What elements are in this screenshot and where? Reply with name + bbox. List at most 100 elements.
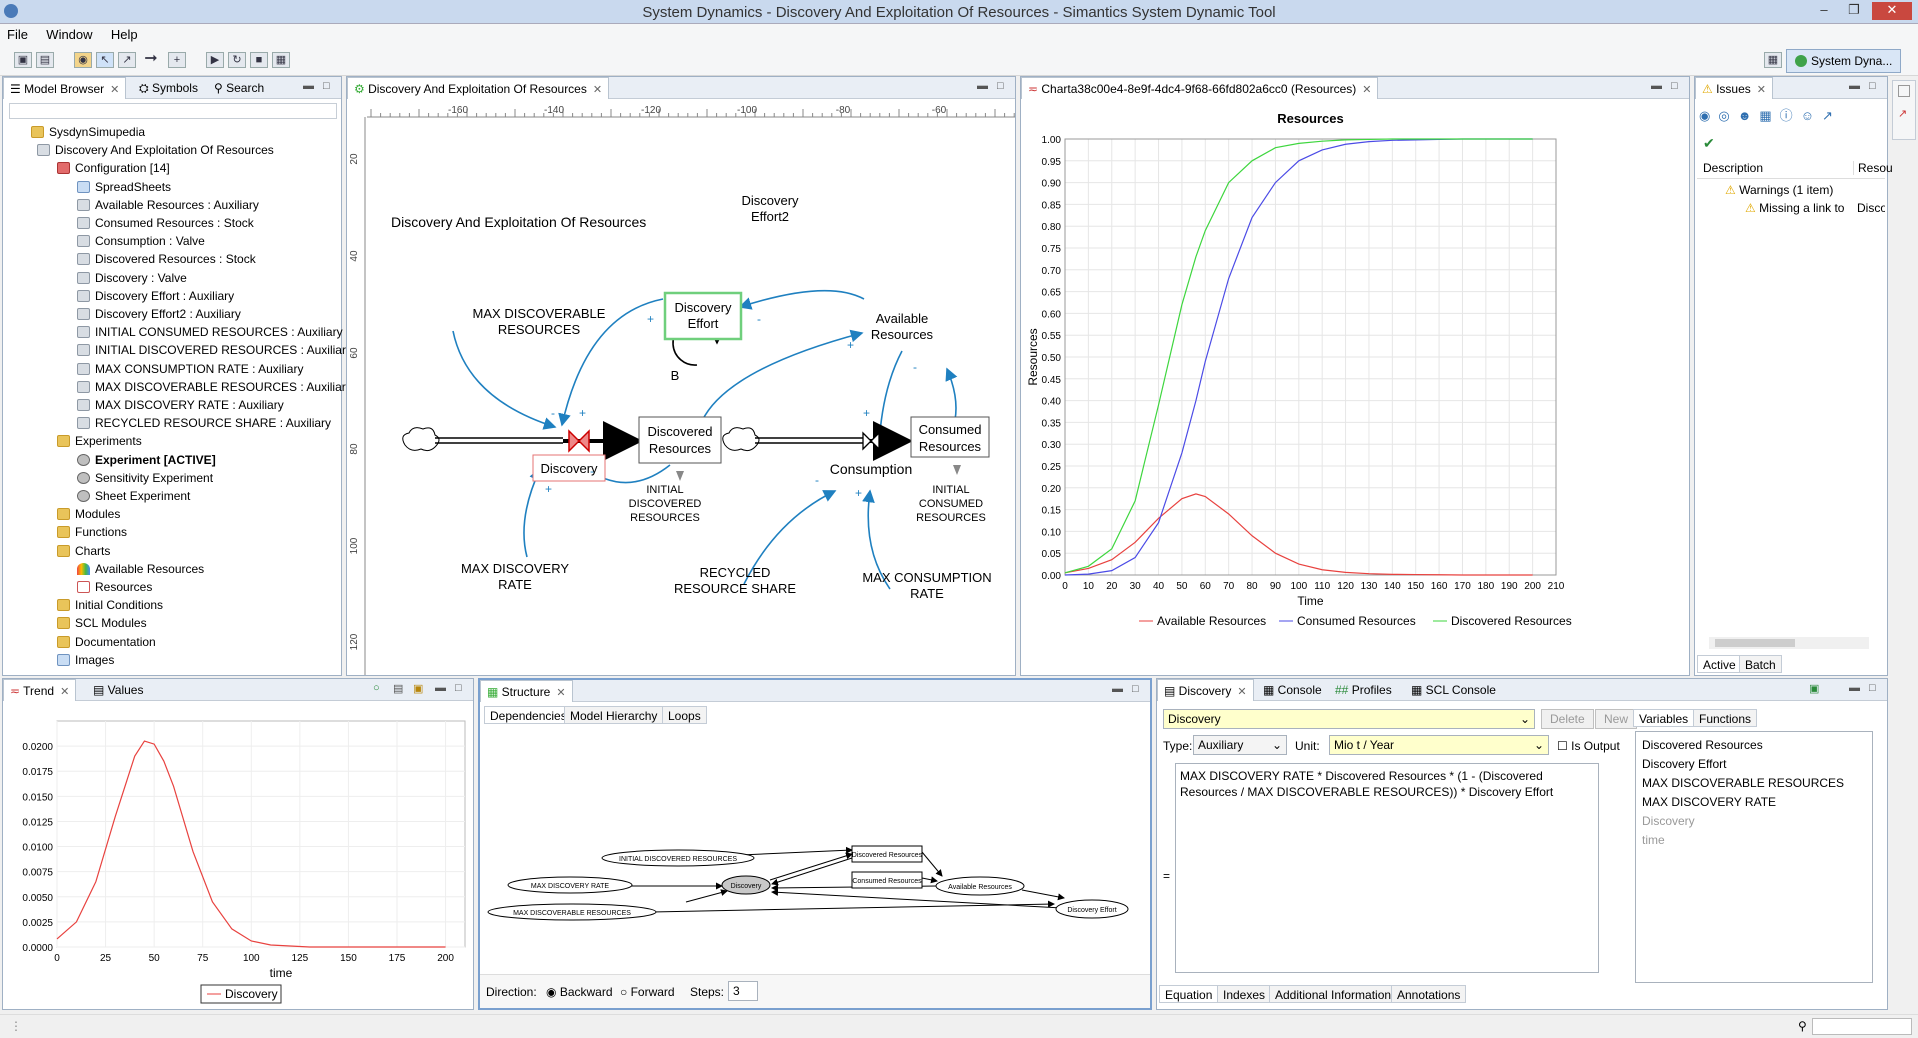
run-icon[interactable]: ▶ (206, 52, 224, 68)
search-icon[interactable]: ⚲ (1798, 1019, 1807, 1033)
tree-item[interactable]: SCL Modules (57, 614, 147, 632)
tree-item[interactable]: Discovery Effort2 : Auxiliary (77, 305, 241, 323)
export-icon[interactable]: ▣ (413, 682, 423, 695)
tab-structure[interactable]: ▦ Structure ✕ (480, 680, 573, 702)
pointer-icon[interactable]: ↖ (96, 52, 114, 68)
unit-select[interactable]: Mio t / Year ⌄ (1329, 735, 1549, 755)
list-item[interactable]: MAX DISCOVERABLE RESOURCES (1642, 774, 1866, 793)
tab-variables[interactable]: Variables (1633, 709, 1695, 727)
stop-icon[interactable]: ■ (250, 52, 268, 68)
menu-file[interactable]: File (0, 24, 36, 42)
link-arrow[interactable] (873, 350, 903, 448)
info-icon[interactable]: ⓘ (1780, 108, 1801, 123)
delete-button[interactable]: Delete (1541, 709, 1594, 729)
tab-annotations[interactable]: Annotations (1391, 985, 1467, 1003)
save-icon[interactable]: ▣ (14, 52, 32, 68)
refresh-icon[interactable]: ◉ (1699, 108, 1718, 123)
maximize-icon[interactable]: □ (997, 80, 1004, 92)
warnings-group[interactable]: ⚠ Warnings (1 item) (1725, 183, 1833, 197)
maximize-icon[interactable]: □ (1671, 80, 1678, 92)
close-icon[interactable]: ✕ (60, 686, 69, 698)
lock-icon[interactable]: ◉ (74, 52, 92, 68)
discovery-effort2-label[interactable]: Effort2 (751, 209, 789, 224)
copy-icon[interactable]: ▤ (393, 682, 403, 695)
tab-issues[interactable]: ⚠ Issues ✕ (1695, 77, 1773, 99)
scroll-thumb[interactable] (1715, 639, 1795, 647)
maximize-icon[interactable]: □ (1869, 80, 1876, 92)
available-resources-label[interactable]: Resources (871, 327, 934, 342)
close-icon[interactable]: ✕ (1757, 84, 1766, 96)
menu-help[interactable]: Help (104, 24, 146, 42)
link-arrow[interactable] (523, 467, 542, 558)
tree-item[interactable]: Sheet Experiment (77, 487, 190, 505)
tree-item[interactable]: Discovered Resources : Stock (77, 250, 256, 268)
tab-values[interactable]: ▤ Values (87, 679, 149, 701)
sync-icon[interactable]: ◎ (1718, 108, 1737, 123)
minimize-icon[interactable]: ▬ (303, 80, 314, 92)
issue-item[interactable]: ⚠ Missing a link to Disco (1745, 201, 1885, 215)
tab-symbols[interactable]: ⛭ Symbols (133, 77, 204, 99)
chart-icon[interactable]: ↗ (1822, 108, 1841, 123)
tab-model-browser[interactable]: ☰ Model Browser ✕ (3, 77, 127, 99)
link-arrow[interactable] (738, 289, 865, 310)
forward-radio[interactable]: ○ Forward (620, 985, 675, 999)
tab-batch[interactable]: Batch (1739, 655, 1782, 673)
tab-search[interactable]: ⚲ Search (208, 77, 270, 99)
tree-item[interactable]: SpreadSheets (77, 178, 171, 196)
backward-radio[interactable]: ◉ Backward (546, 985, 613, 999)
tree-item[interactable]: Resources (77, 578, 152, 596)
tab-resources-chart[interactable]: ≂ Charta38c00e4-8e9f-4dc4-9f68-66fd802a6… (1021, 77, 1379, 99)
filter-icon[interactable]: ▦ (1759, 108, 1779, 123)
tree-item[interactable]: Experiment [ACTIVE] (77, 451, 216, 469)
maximize-icon[interactable]: □ (455, 682, 462, 694)
subtab-dependencies[interactable]: Dependencies (484, 706, 573, 724)
consumption-valve-label[interactable]: Consumption (830, 461, 913, 477)
col-description[interactable]: Description (1703, 161, 1763, 175)
available-resources-label[interactable]: Available (876, 311, 929, 326)
variable-select[interactable]: Discovery ⌄ (1163, 709, 1535, 729)
tree-item[interactable]: Configuration [14] (57, 159, 170, 177)
recycled-resource-share-label[interactable]: RESOURCE SHARE (674, 581, 796, 596)
horizontal-scrollbar[interactable] (1709, 637, 1869, 649)
tree-item[interactable]: Initial Conditions (57, 596, 163, 614)
tree-item[interactable]: INITIAL CONSUMED RESOURCES : Auxiliary (77, 323, 343, 341)
initial-discovered-label[interactable]: DISCOVERED (629, 498, 702, 510)
max-consumption-rate-label[interactable]: MAX CONSUMPTION (862, 570, 991, 585)
close-icon[interactable]: ✕ (1237, 686, 1246, 698)
discovery-effort2-label[interactable]: Discovery (741, 193, 799, 208)
tree-item[interactable]: Consumed Resources : Stock (77, 214, 254, 232)
tree-item[interactable]: Charts (57, 542, 110, 560)
maximize-icon[interactable]: □ (323, 80, 330, 92)
minimize-icon[interactable]: ▬ (1849, 80, 1860, 92)
tree-item[interactable]: Sensitivity Experiment (77, 469, 213, 487)
save-all-icon[interactable]: ▤ (36, 52, 54, 68)
restore-button[interactable]: ❐ (1840, 2, 1868, 20)
compare-icon[interactable]: ▦ (272, 52, 290, 68)
tree-item[interactable]: MAX DISCOVERABLE RESOURCES : Auxiliary (77, 378, 352, 396)
is-output-checkbox[interactable]: ☐ Is Output (1557, 739, 1620, 753)
tab-active[interactable]: Active (1697, 655, 1742, 673)
dependency-graph[interactable]: INITIAL DISCOVERED RESOURCES MAX DISCOVE… (482, 726, 1150, 986)
minimize-icon[interactable]: ▬ (435, 682, 446, 694)
minimize-icon[interactable]: ▬ (977, 80, 988, 92)
tree-item[interactable]: Experiments (57, 432, 142, 450)
subtab-model-hierarchy[interactable]: Model Hierarchy (564, 706, 664, 724)
tree-item[interactable]: MAX CONSUMPTION RATE : Auxiliary (77, 360, 303, 378)
step-icon[interactable]: ↻ (228, 52, 246, 68)
tree-item[interactable]: Modules (57, 505, 120, 523)
max-discoverable-resources-label[interactable]: MAX DISCOVERABLE (473, 306, 606, 321)
initial-discovered-label[interactable]: INITIAL (646, 484, 683, 496)
valve-icon[interactable] (862, 431, 880, 451)
list-item[interactable]: MAX DISCOVERY RATE (1642, 793, 1866, 812)
tree-item[interactable]: Images (57, 651, 114, 669)
minimized-view-icon[interactable] (1898, 85, 1910, 97)
initial-consumed-label[interactable]: RESOURCES (916, 512, 986, 524)
minimize-icon[interactable]: ▬ (1112, 683, 1123, 695)
open-perspective-icon[interactable]: ▦ (1764, 52, 1782, 68)
close-icon[interactable]: ✕ (1362, 84, 1371, 96)
filter-input[interactable] (9, 103, 337, 119)
new-button[interactable]: New (1595, 709, 1638, 729)
link-arrow[interactable] (701, 329, 864, 422)
tab-additional-information[interactable]: Additional Information (1269, 985, 1398, 1003)
sd-diagram[interactable]: -160 -140 -120 -100 -80 -60 20 40 60 80 … (347, 99, 1015, 675)
